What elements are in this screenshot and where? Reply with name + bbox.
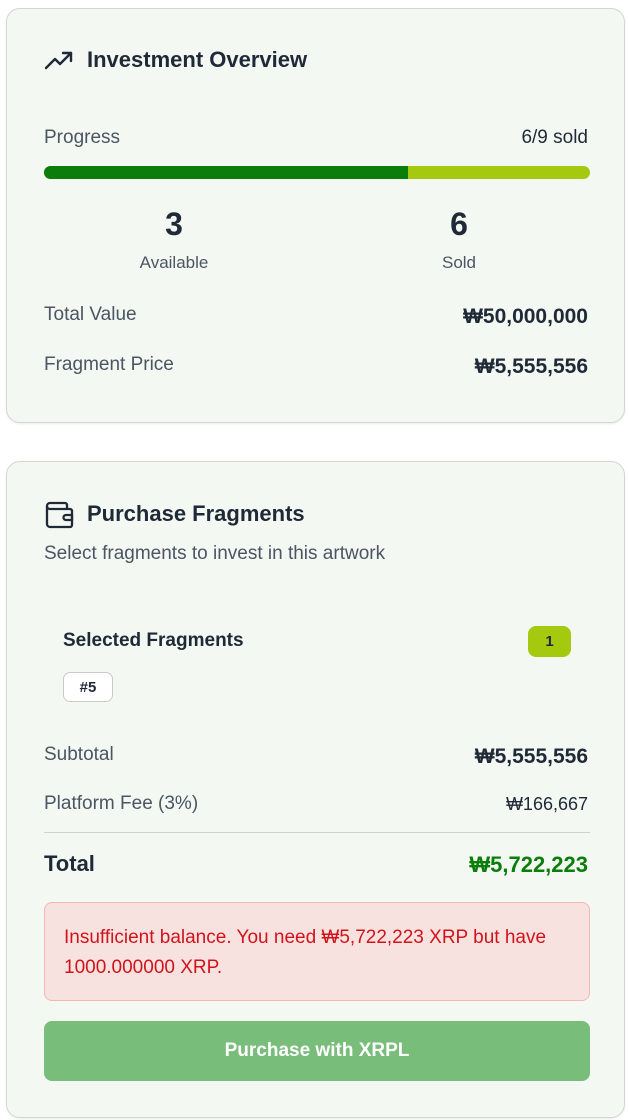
selected-fragments-label: Selected Fragments [63, 630, 244, 651]
purchase-subtitle: Select fragments to invest in this artwo… [44, 543, 386, 564]
wallet-icon [45, 501, 75, 529]
insufficient-balance-alert: Insufficient balance. You need ₩5,722,22… [44, 902, 590, 1001]
platform-fee-label: Platform Fee (3%) [44, 793, 199, 814]
available-label: Available [139, 253, 209, 272]
fragment-chip[interactable]: #5 [63, 672, 113, 702]
selected-count-badge: 1 [528, 626, 571, 657]
purchase-with-xrpl-button[interactable]: Purchase with XRPL [44, 1021, 590, 1081]
progress-text: 6/9 sold [521, 127, 588, 148]
purchase-fragments-card: Purchase Fragments Select fragments to i… [6, 461, 625, 1118]
total-value: ₩50,000,000 [463, 305, 588, 328]
total-value: ₩5,722,223 [469, 852, 588, 877]
progress-label: Progress [44, 127, 121, 148]
total-label: Total [44, 851, 95, 876]
investment-overview-card: Investment Overview Progress 6/9 sold 3 … [6, 8, 625, 423]
sold-label: Sold [441, 253, 477, 272]
fragment-price-label: Fragment Price [44, 354, 174, 375]
trending-up-icon [44, 49, 74, 73]
total-value-label: Total Value [44, 304, 137, 325]
overview-title: Investment Overview [87, 47, 308, 72]
fragment-price: ₩5,555,556 [474, 355, 588, 378]
divider [44, 832, 590, 833]
subtotal-value: ₩5,555,556 [474, 745, 588, 768]
platform-fee-value: ₩166,667 [505, 794, 588, 814]
sold-count: 6 [450, 206, 468, 242]
progress-bar [44, 166, 590, 179]
available-count: 3 [165, 206, 183, 242]
subtotal-label: Subtotal [44, 744, 114, 765]
error-message: Insufficient balance. You need ₩5,722,22… [64, 927, 547, 978]
progress-bar-fill [44, 166, 409, 179]
purchase-title: Purchase Fragments [87, 501, 305, 526]
